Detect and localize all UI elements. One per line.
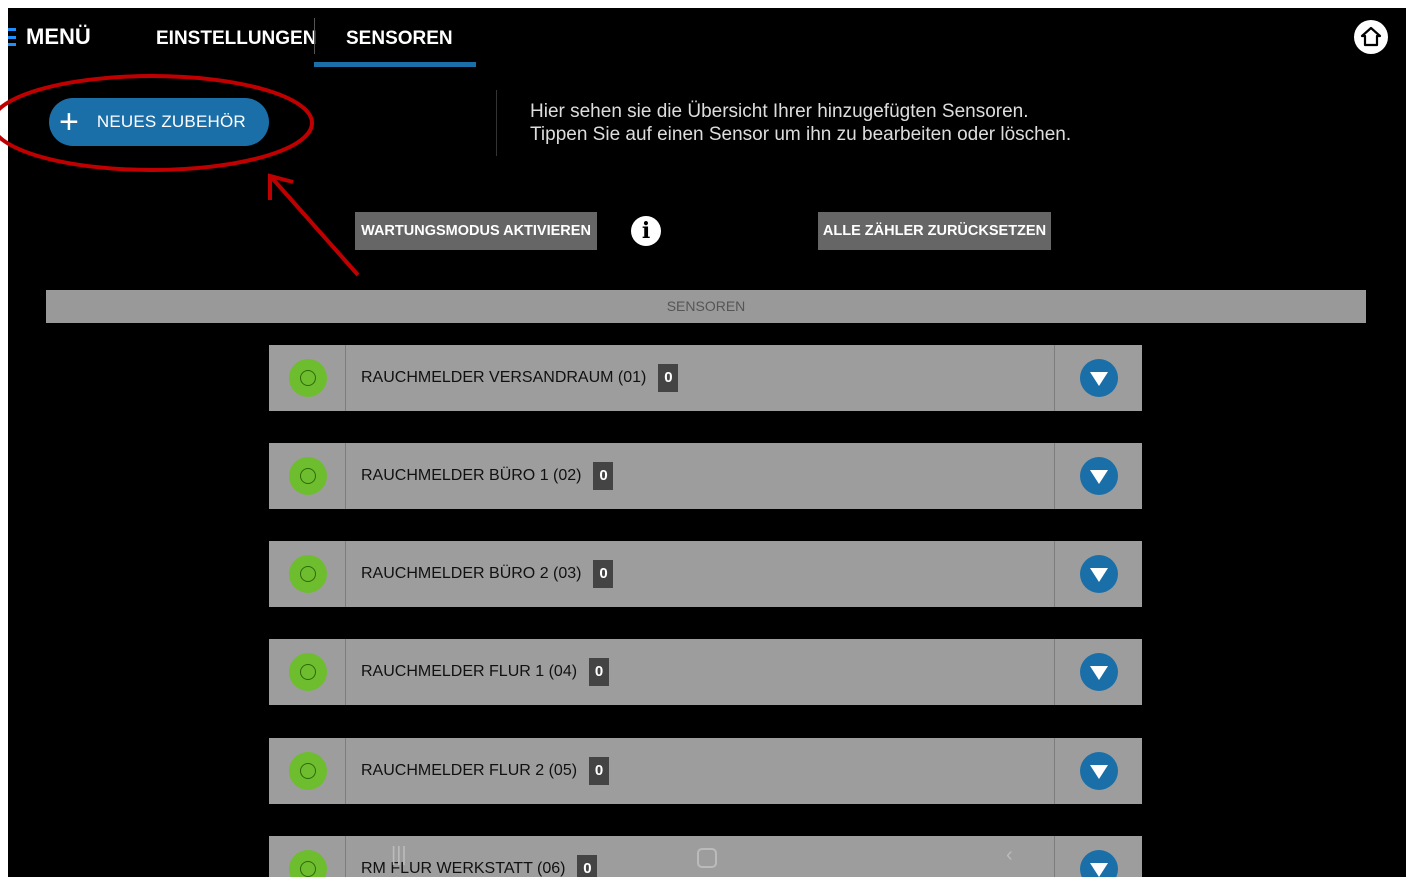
home-button[interactable] (1354, 20, 1388, 54)
sensor-name: RAUCHMELDER BÜRO 1 (02) (361, 467, 582, 484)
sensor-name: RAUCHMELDER VERSANDRAUM (01) (361, 369, 647, 386)
expand-button[interactable] (1054, 541, 1142, 607)
back-icon[interactable]: ‹ (1006, 844, 1013, 867)
sensor-name: RAUCHMELDER FLUR 1 (04) (361, 663, 578, 680)
new-accessory-button[interactable]: + NEUES ZUBEHÖR (49, 98, 269, 146)
chevron-down-icon (1080, 752, 1118, 790)
tab-sensoren[interactable]: SENSOREN (346, 24, 453, 54)
info-text-line2: Tippen Sie auf einen Sensor um ihn zu be… (530, 124, 1072, 145)
maintenance-mode-button[interactable]: WARTUNGSMODUS AKTIVIEREN (355, 212, 597, 250)
section-header: SENSOREN (46, 290, 1366, 323)
chevron-down-icon (1080, 653, 1118, 691)
recent-apps-icon[interactable]: ||| (391, 844, 407, 867)
status-ok-icon (289, 653, 327, 691)
chevron-down-icon (1080, 850, 1118, 877)
expand-button[interactable] (1054, 345, 1142, 411)
sensor-row[interactable]: RAUCHMELDER FLUR 1 (04) 0 (269, 639, 1142, 705)
sensor-count-badge: 0 (593, 462, 614, 490)
chevron-down-icon (1080, 457, 1118, 495)
sensor-row[interactable]: RAUCHMELDER BÜRO 2 (03) 0 (269, 541, 1142, 607)
home-icon (1360, 26, 1382, 47)
app-screen: MENÜ EINSTELLUNGEN SENSOREN + NEUES ZUBE… (8, 8, 1406, 877)
hamburger-icon (8, 28, 16, 46)
new-accessory-label: NEUES ZUBEHÖR (96, 112, 246, 131)
sensor-count-badge: 0 (593, 560, 614, 588)
sensor-count-badge: 0 (577, 855, 598, 877)
expand-button[interactable] (1054, 738, 1142, 804)
expand-button[interactable] (1054, 836, 1142, 877)
status-ok-icon (289, 359, 327, 397)
android-home-icon[interactable] (697, 848, 717, 868)
sensor-row[interactable]: RAUCHMELDER FLUR 2 (05) 0 (269, 738, 1142, 804)
sensor-count-badge: 0 (589, 757, 610, 785)
expand-button[interactable] (1054, 639, 1142, 705)
info-text-line1: Hier sehen sie die Übersicht Ihrer hinzu… (530, 101, 1029, 122)
sensor-row[interactable]: RAUCHMELDER VERSANDRAUM (01) 0 (269, 345, 1142, 411)
sensor-name: RAUCHMELDER BÜRO 2 (03) (361, 565, 582, 582)
sensor-count-badge: 0 (589, 658, 610, 686)
info-icon[interactable]: i (631, 216, 661, 246)
expand-button[interactable] (1054, 443, 1142, 509)
chevron-down-icon (1080, 359, 1118, 397)
status-ok-icon (289, 555, 327, 593)
reset-counters-button[interactable]: ALLE ZÄHLER ZURÜCKSETZEN (818, 212, 1051, 250)
header-divider (496, 90, 497, 156)
menu-button[interactable]: MENÜ (8, 22, 91, 52)
status-ok-icon (289, 752, 327, 790)
sensor-name: RAUCHMELDER FLUR 2 (05) (361, 762, 578, 779)
status-ok-icon (289, 457, 327, 495)
tab-einstellungen[interactable]: EINSTELLUNGEN (156, 24, 316, 54)
active-tab-indicator (314, 62, 476, 67)
tab-divider (314, 18, 315, 54)
sensor-count-badge: 0 (658, 364, 679, 392)
sensor-row[interactable]: RAUCHMELDER BÜRO 1 (02) 0 (269, 443, 1142, 509)
info-text: Hier sehen sie die Übersicht Ihrer hinzu… (530, 100, 1071, 146)
menu-label: MENÜ (26, 24, 91, 49)
status-ok-icon (289, 850, 327, 877)
plus-icon: + (59, 103, 79, 141)
chevron-down-icon (1080, 555, 1118, 593)
